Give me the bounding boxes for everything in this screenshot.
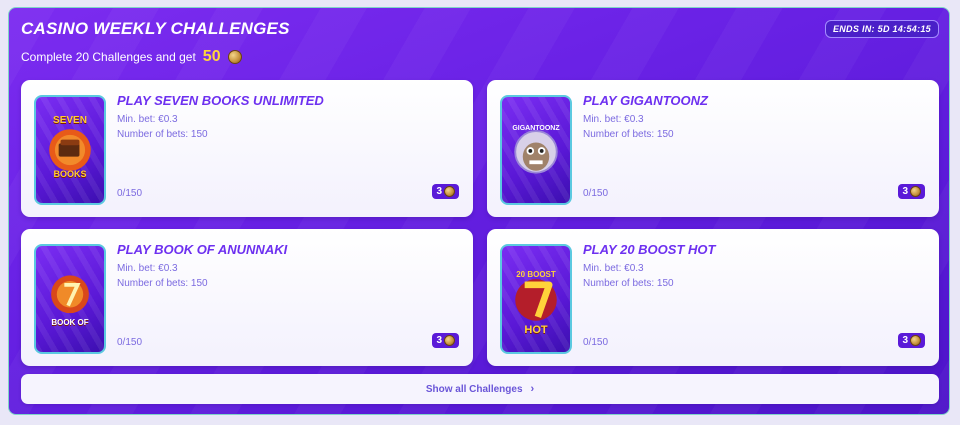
challenge-card[interactable]: SEVEN BOOKS PLAY SEVEN BOOKS UNLIMITED M… <box>21 80 473 217</box>
thumb-text-top: 20 BOOST <box>516 270 556 279</box>
coin-icon <box>444 335 455 346</box>
chevron-right-icon: › <box>530 383 535 395</box>
challenge-title: PLAY SEVEN BOOKS UNLIMITED <box>117 93 324 108</box>
thumb-text-bottom: BOOK OF <box>51 318 89 327</box>
reward-badge: 3 <box>898 333 925 348</box>
seven-books-logo <box>49 129 91 171</box>
show-all-label: Show all Challenges <box>425 383 523 395</box>
show-all-challenges-button[interactable]: Show all Challenges › <box>21 374 939 404</box>
reward-amount: 50 <box>202 48 221 65</box>
challenge-title: PLAY GIGANTOONZ <box>583 93 708 108</box>
thumb-text-bottom: HOT <box>524 324 548 336</box>
game-thumbnail: BOOK OF <box>34 244 106 354</box>
reward-badge-value: 3 <box>902 186 908 197</box>
game-thumbnail: 20 BOOST HOT <box>500 244 572 354</box>
coin-icon <box>910 186 921 197</box>
thumb-text-bottom: BOOKS <box>53 169 87 179</box>
panel-title: CASINO WEEKLY CHALLENGES <box>21 19 290 38</box>
challenge-card[interactable]: 20 BOOST HOT PLAY 20 BOOST HOT Min. bet:… <box>487 229 939 366</box>
boost-hot-logo <box>515 279 557 321</box>
min-bet: Min. bet: €0.3 <box>117 263 178 274</box>
number-of-bets: Number of bets: 150 <box>117 278 208 289</box>
coin-icon <box>910 335 921 346</box>
challenge-title: PLAY BOOK OF ANUNNAKI <box>117 242 288 257</box>
reward-badge-value: 3 <box>436 186 442 197</box>
panel-subtitle: Complete 20 Challenges and get 50 <box>21 48 242 66</box>
challenge-card[interactable]: BOOK OF PLAY BOOK OF ANUNNAKI Min. bet: … <box>21 229 473 366</box>
reward-badge-value: 3 <box>902 335 908 346</box>
coin-icon <box>227 50 242 64</box>
challenge-card[interactable]: GIGANTOONZ PLAY GIGANTOONZ Min. bet: €0.… <box>487 80 939 217</box>
countdown-timer: ENDS IN: 5D 14:54:15 <box>824 20 939 38</box>
challenge-title: PLAY 20 BOOST HOT <box>583 242 716 257</box>
min-bet: Min. bet: €0.3 <box>583 263 644 274</box>
game-thumbnail: GIGANTOONZ <box>500 95 572 205</box>
number-of-bets: Number of bets: 150 <box>583 278 674 289</box>
min-bet: Min. bet: €0.3 <box>117 114 178 125</box>
reward-badge-value: 3 <box>436 335 442 346</box>
book-of-anunnaki-logo <box>51 275 89 314</box>
weekly-challenges-panel: CASINO WEEKLY CHALLENGES Complete 20 Cha… <box>8 7 950 415</box>
challenge-progress: 0/150 <box>117 337 143 348</box>
min-bet: Min. bet: €0.3 <box>583 114 644 125</box>
reward-badge: 3 <box>898 184 925 199</box>
challenge-progress: 0/150 <box>583 337 609 348</box>
thumb-text-top: SEVEN <box>53 115 87 126</box>
number-of-bets: Number of bets: 150 <box>117 129 208 140</box>
coin-icon <box>444 186 455 197</box>
game-thumbnail: SEVEN BOOKS <box>34 95 106 205</box>
subtitle-text: Complete 20 Challenges and get <box>21 50 196 64</box>
thumb-text-top: GIGANTOONZ <box>512 125 560 132</box>
gigantoonz-logo <box>514 130 558 174</box>
challenge-progress: 0/150 <box>583 188 609 199</box>
number-of-bets: Number of bets: 150 <box>583 129 674 140</box>
reward-badge: 3 <box>432 184 459 199</box>
challenge-progress: 0/150 <box>117 188 143 199</box>
reward-badge: 3 <box>432 333 459 348</box>
